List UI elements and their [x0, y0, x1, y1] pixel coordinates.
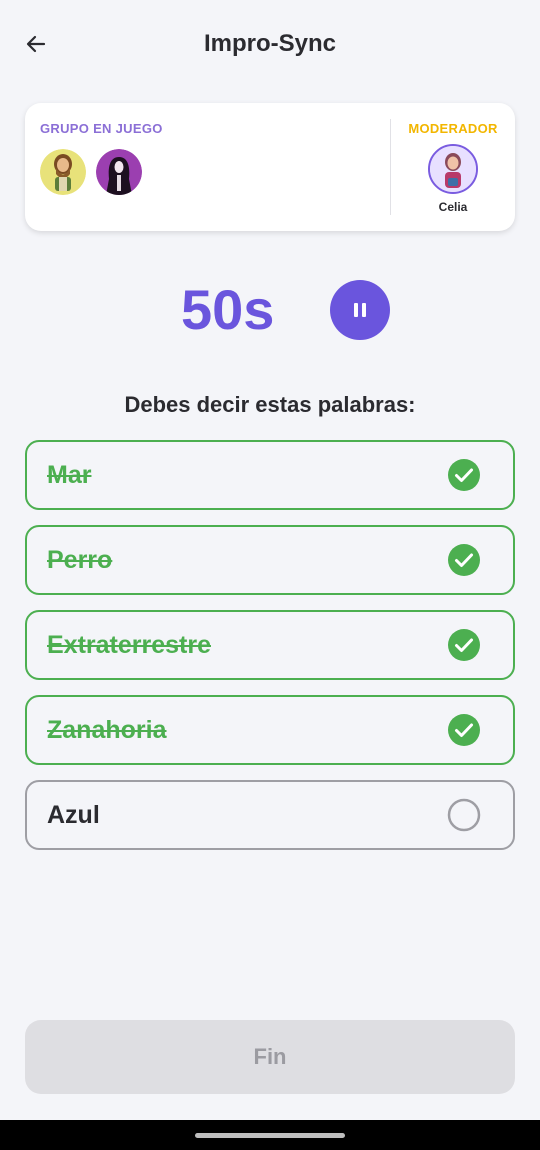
empty-circle-icon [447, 798, 481, 832]
word-text: Mar [47, 460, 92, 489]
group-avatars [40, 149, 163, 195]
instruction-text: Debes decir estas palabras: [124, 392, 416, 417]
moderator-label: MODERADOR [408, 121, 498, 136]
check-circle-icon [448, 629, 480, 661]
word-text: Azul [47, 800, 100, 829]
group-section: GRUPO EN JUEGO [40, 121, 163, 195]
pause-button[interactable] [330, 280, 390, 340]
hooded-figure-avatar[interactable] [96, 149, 142, 195]
system-nav-bar [0, 1120, 540, 1150]
page-title: Impro-Sync [203, 30, 337, 57]
check-circle-icon [448, 544, 480, 576]
group-label: GRUPO EN JUEGO [40, 121, 163, 136]
word-item[interactable]: Perro [25, 525, 515, 595]
pause-icon [354, 303, 366, 317]
word-text: Perro [47, 545, 113, 574]
word-text: Zanahoria [47, 715, 167, 744]
moderator-name: Celia [438, 200, 468, 214]
word-item[interactable]: Azul [25, 780, 515, 850]
word-item[interactable]: Zanahoria [25, 695, 515, 765]
finish-button[interactable]: Fin [25, 1020, 515, 1094]
app-bar: Impro-Sync [0, 0, 540, 88]
home-indicator[interactable] [195, 1133, 345, 1138]
moderator-avatar-image [430, 146, 476, 192]
group-card: GRUPO EN JUEGO MODERADOR Celia [25, 103, 515, 231]
word-text: Extraterrestre [47, 630, 211, 659]
countdown-timer: 50s [181, 278, 275, 341]
word-item[interactable]: Mar [25, 440, 515, 510]
bearded-man-avatar[interactable] [40, 149, 86, 195]
moderator-section: MODERADOR Celia [391, 121, 515, 214]
check-circle-icon [448, 459, 480, 491]
moderator-avatar[interactable] [428, 144, 478, 194]
word-item[interactable]: Extraterrestre [25, 610, 515, 680]
check-circle-icon [448, 714, 480, 746]
